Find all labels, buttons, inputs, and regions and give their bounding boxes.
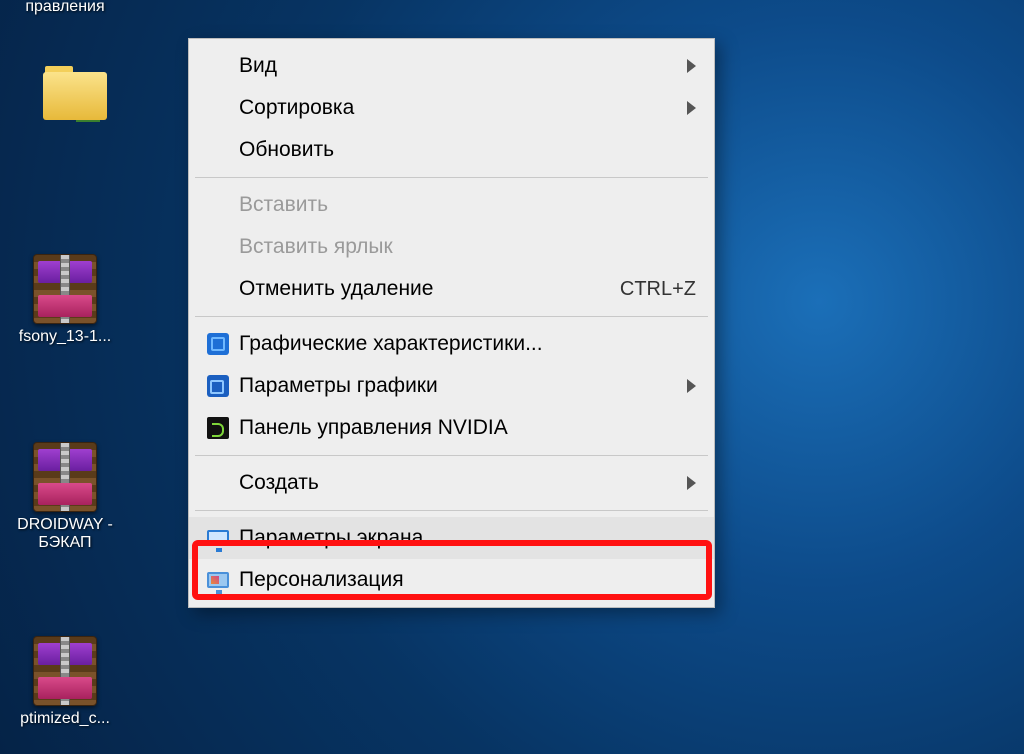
menu-item-label: Вид — [233, 54, 687, 78]
menu-item-personalize[interactable]: Персонализация — [189, 559, 714, 601]
desktop-icon-archive-1[interactable]: fsony_13-1... — [0, 250, 130, 350]
menu-item-shortcut: CTRL+Z — [620, 278, 696, 301]
menu-item-label: Создать — [233, 471, 687, 495]
desktop-icon-label: правления — [25, 0, 104, 16]
archive-icon — [33, 254, 97, 324]
monitor-icon — [207, 530, 229, 546]
archive-icon — [33, 442, 97, 512]
menu-item-intel-props[interactable]: Графические характеристики... — [189, 323, 714, 365]
folder-icon — [39, 62, 111, 122]
menu-item-label: Отменить удаление — [233, 277, 620, 301]
user-overlay-icon — [71, 88, 105, 122]
menu-item-refresh[interactable]: Обновить — [189, 129, 714, 171]
menu-separator — [195, 177, 708, 178]
menu-item-label: Обновить — [233, 138, 696, 162]
menu-item-paste-link: Вставить ярлык — [189, 226, 714, 268]
menu-item-label: Вставить — [233, 193, 696, 217]
menu-item-view[interactable]: Вид — [189, 45, 714, 87]
menu-item-label: Вставить ярлык — [233, 235, 696, 259]
menu-item-paste: Вставить — [189, 184, 714, 226]
menu-item-label: Графические характеристики... — [233, 332, 696, 356]
menu-separator — [195, 316, 708, 317]
archive-icon — [33, 636, 97, 706]
menu-item-label: Персонализация — [233, 568, 696, 592]
desktop-icon-user-folder[interactable] — [10, 58, 140, 130]
menu-item-label: Панель управления NVIDIA — [233, 416, 696, 440]
desktop[interactable]: правления fsony_13-1... DROIDWAY - БЭКАП… — [0, 0, 1024, 754]
menu-item-new[interactable]: Создать — [189, 462, 714, 504]
menu-item-label: Параметры экрана — [233, 526, 696, 550]
menu-item-intel-gfx[interactable]: Параметры графики — [189, 365, 714, 407]
desktop-icon-label: fsony_13-1... — [19, 328, 112, 346]
nvidia-icon — [207, 417, 229, 439]
desktop-icon-partial[interactable]: правления — [0, 0, 130, 20]
chevron-right-icon — [687, 476, 696, 490]
desktop-icon-archive-3[interactable]: ptimized_c... — [0, 632, 130, 732]
menu-separator — [195, 455, 708, 456]
chevron-right-icon — [687, 59, 696, 73]
pers-icon — [207, 572, 229, 588]
menu-item-display[interactable]: Параметры экрана — [189, 517, 714, 559]
desktop-icon-label: DROIDWAY - БЭКАП — [2, 516, 128, 553]
chevron-right-icon — [687, 101, 696, 115]
desktop-context-menu: Вид Сортировка Обновить Вставить Вставить яр… — [188, 38, 715, 608]
menu-item-nvidia[interactable]: Панель управления NVIDIA — [189, 407, 714, 449]
intel2-icon — [207, 375, 229, 397]
menu-item-sort[interactable]: Сортировка — [189, 87, 714, 129]
menu-item-undo[interactable]: Отменить удалениеCTRL+Z — [189, 268, 714, 310]
desktop-icon-label: ptimized_c... — [20, 710, 110, 728]
intel-icon — [207, 333, 229, 355]
menu-separator — [195, 510, 708, 511]
desktop-icon-archive-2[interactable]: DROIDWAY - БЭКАП — [0, 438, 130, 557]
chevron-right-icon — [687, 379, 696, 393]
menu-item-label: Сортировка — [233, 96, 687, 120]
menu-item-label: Параметры графики — [233, 374, 687, 398]
